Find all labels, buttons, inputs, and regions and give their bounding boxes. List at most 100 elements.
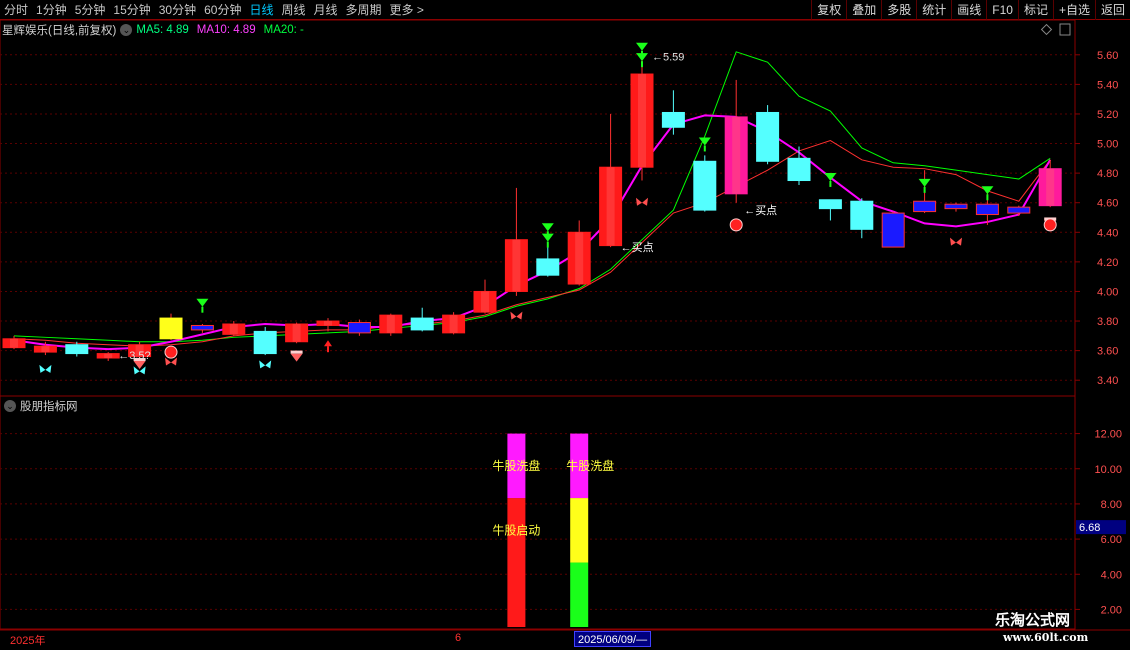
candle-body <box>536 258 560 276</box>
signal-up-arrow-icon <box>324 340 332 347</box>
ma5-label: MA5: 4.89 <box>136 24 189 36</box>
candle-body <box>913 200 937 213</box>
signal-down-arrow-icon <box>541 223 554 232</box>
signal-down-arrow-icon <box>918 178 931 187</box>
ma10-label: MA10: 4.89 <box>196 24 256 36</box>
butterfly-icon <box>259 360 272 369</box>
badge-icon <box>1043 218 1057 232</box>
bar-label-start: 牛股启动 <box>492 522 540 537</box>
butterfly-icon <box>39 364 52 373</box>
candle-body <box>693 160 717 211</box>
badge-icon <box>164 345 178 359</box>
window-icon <box>1059 23 1071 36</box>
sub-y-tick-label: 10.00 <box>1094 464 1122 476</box>
sub-y-tick-label: 4.00 <box>1101 569 1122 581</box>
month-label: 6 <box>455 632 462 644</box>
watermark-url: www.60lt.com <box>1003 631 1089 644</box>
candle-body <box>190 324 214 331</box>
sub-y-tick-label: 12.00 <box>1094 429 1122 441</box>
candle-body <box>756 111 780 162</box>
y-tick-label: 5.00 <box>1097 139 1118 151</box>
candle-highlight <box>386 315 395 333</box>
high-price-annotation: ←5.59 <box>652 51 684 63</box>
candle-highlight <box>292 324 301 342</box>
bar-label-wash: 牛股洗盘 <box>492 458 540 473</box>
diamond-icon <box>1040 23 1053 36</box>
buy-point-annotation: ←买点 <box>744 204 777 217</box>
year-label: 2025年 <box>10 635 46 647</box>
y-tick-label: 3.60 <box>1097 346 1118 358</box>
gem-top <box>290 350 303 354</box>
candle-body <box>159 317 183 340</box>
candle-body <box>881 212 905 248</box>
sub-y-tick-label: 8.00 <box>1101 499 1122 511</box>
y-tick-label: 3.40 <box>1097 375 1118 387</box>
watermark-brand: 乐淘公式网 <box>995 611 1071 629</box>
candle-body <box>347 322 371 334</box>
candle-highlight <box>229 324 238 335</box>
gem-icon <box>133 360 146 369</box>
candle-highlight <box>575 232 584 285</box>
chart-canvas[interactable]: 3.40 3.60 3.80 4.00 4.20 4.40 4.60 4.80 5.00 5.20… <box>0 0 1130 650</box>
y-tick-label: 4.00 <box>1097 286 1118 298</box>
candle-highlight <box>10 338 18 348</box>
main-info-bar: 星辉娱乐(日线,前复权) ⌄ MA5: 4.89 MA10: 4.89 MA20… <box>0 21 304 39</box>
buy-point-annotation: ←买点 <box>621 241 654 254</box>
indicator-bar-segment <box>570 498 589 563</box>
badge-icon <box>729 218 743 232</box>
candle-highlight <box>512 239 521 292</box>
signal-down-arrow-icon <box>698 137 711 146</box>
candle-body <box>975 203 999 216</box>
candle-highlight <box>481 291 489 313</box>
y-tick-label: 5.20 <box>1097 109 1118 121</box>
indicator-bar-segment <box>507 498 526 627</box>
candle-highlight <box>732 116 741 194</box>
candle-body <box>65 344 89 355</box>
ma-line-ma20 <box>13 51 1051 343</box>
chevron-down-icon[interactable]: ⌄ <box>120 24 133 36</box>
candle-highlight <box>104 353 113 359</box>
y-tick-label: 4.60 <box>1097 198 1118 210</box>
y-tick-label: 4.20 <box>1097 257 1118 269</box>
butterfly-icon <box>165 357 177 366</box>
butterfly-icon <box>510 311 523 320</box>
candle-body <box>944 203 968 210</box>
current-value-label: 6.68 <box>1079 522 1100 534</box>
candle-highlight <box>449 315 458 333</box>
sub-panel-title: 股朋指标网 <box>20 401 78 413</box>
ma20-label: MA20: - <box>263 24 304 36</box>
candle-body <box>1007 206 1031 214</box>
candle-highlight <box>1046 168 1055 206</box>
sub-y-tick-label: 2.00 <box>1101 604 1122 616</box>
gem-icon <box>290 353 303 362</box>
y-tick-label: 4.40 <box>1097 227 1118 239</box>
indicator-bar-segment <box>570 562 589 627</box>
date-axis: 2025年 6 2025/06/09/— <box>0 631 1075 650</box>
candle-highlight <box>638 74 646 168</box>
stock-title: 星辉娱乐(日线,前复权) <box>2 25 117 37</box>
signal-down-arrow-icon <box>636 42 648 51</box>
stock-chart-app: 分时 1分钟 5分钟 15分钟 30分钟 60分钟 日线 周线 月线 多周期 更… <box>0 0 1130 650</box>
candle-body <box>410 317 434 331</box>
cursor-date-label: 2025/06/09/— <box>574 631 652 647</box>
candle-body <box>253 330 277 355</box>
signal-down-arrow-icon <box>981 186 994 195</box>
candle-body <box>818 199 842 210</box>
y-tick-label: 3.80 <box>1097 316 1118 328</box>
candle-highlight <box>41 346 50 353</box>
signal-down-arrow-icon <box>196 298 209 307</box>
butterfly-icon <box>636 197 648 206</box>
y-tick-label: 5.40 <box>1097 79 1118 91</box>
sub-info-bar: ⌄ 股朋指标网 <box>0 397 78 415</box>
signal-down-arrow-icon <box>541 233 554 242</box>
sub-y-tick-label: 6.00 <box>1101 534 1122 546</box>
candle-body <box>661 111 685 128</box>
low-price-annotation: ←3.5? <box>118 350 150 362</box>
bar-label-wash: 牛股洗盘 <box>566 458 614 473</box>
candle-body <box>787 157 811 182</box>
sub-panel-frame <box>0 395 1076 630</box>
chevron-down-icon[interactable]: ⌄ <box>4 400 16 412</box>
y-tick-label: 5.60 <box>1097 50 1118 62</box>
candle-highlight <box>606 167 615 246</box>
candle-body <box>850 200 874 230</box>
